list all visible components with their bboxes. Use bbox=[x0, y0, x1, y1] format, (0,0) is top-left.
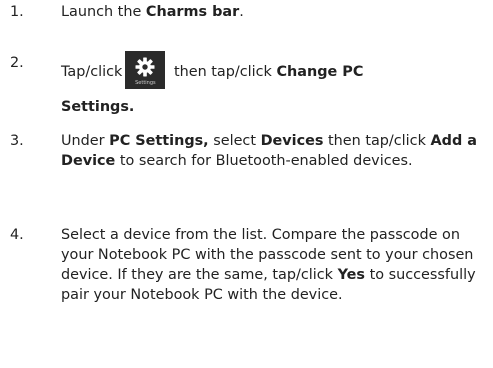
step-text: Launch the Charms bar. bbox=[61, 2, 485, 22]
bold-text-devices: Devices bbox=[260, 133, 324, 149]
instructions-page: { "steps": [ {"num": "1.", "parts": ["La… bbox=[0, 0, 493, 368]
text: Under bbox=[61, 133, 110, 149]
text: . bbox=[239, 4, 244, 20]
bold-text-charms-bar: Charms bar bbox=[145, 4, 240, 20]
text: Launch the bbox=[61, 4, 146, 20]
step-number: 3. bbox=[10, 133, 24, 149]
bold-text-pc-settings: PC Settings, bbox=[109, 133, 209, 149]
bold-text-yes: Yes bbox=[337, 267, 365, 283]
text: then tap/click bbox=[169, 64, 277, 80]
text: Tap/click bbox=[61, 64, 123, 80]
bold-text-settings: Settings. bbox=[61, 99, 135, 115]
settings-icon-caption: Settings bbox=[135, 80, 156, 86]
step-number: 1. bbox=[10, 4, 24, 20]
step-text: Select a device from the list. Compare t… bbox=[61, 225, 485, 305]
settings-gear-icon: Settings bbox=[125, 51, 166, 89]
step-number: 2. bbox=[10, 55, 24, 71]
step-number: 4. bbox=[10, 227, 24, 243]
text: then tap/click bbox=[323, 133, 431, 149]
step-text: Tap/click Settings then tap/click Change … bbox=[61, 51, 485, 117]
text: to search for Bluetooth-enabled devices. bbox=[115, 153, 413, 169]
bold-text-change-pc: Change PC bbox=[276, 64, 364, 80]
text: select bbox=[208, 133, 261, 149]
step-text: Under PC Settings, select Devices then t… bbox=[61, 131, 485, 171]
